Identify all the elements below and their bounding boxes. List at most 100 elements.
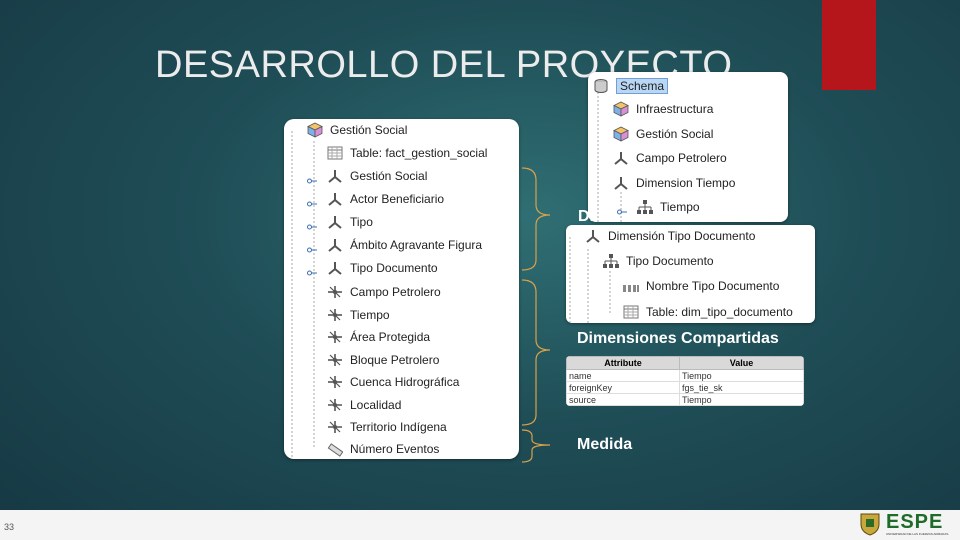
shared-usage-item[interactable]: Localidad <box>326 394 401 416</box>
schema-item[interactable]: Dimension Tiempo <box>612 172 735 194</box>
fact-table-label: Table: fact_gestion_social <box>350 146 488 160</box>
dimension-panel: Dimensión Tipo Documento Tipo Documento … <box>566 225 815 323</box>
dimension-icon <box>612 149 630 167</box>
database-icon <box>592 77 610 95</box>
braces <box>521 167 551 463</box>
dimension-icon <box>326 259 344 277</box>
shared-usage-item[interactable]: Cuenca Hidrográfica <box>326 371 459 393</box>
dimension-usage-item[interactable]: Ámbito Agravante Figura <box>307 234 483 256</box>
schema-item[interactable]: Tiempo <box>617 196 700 218</box>
shared-usage-item-label: Área Protegida <box>350 330 431 344</box>
level-icon <box>622 277 640 295</box>
attribute-table-panel: Attribute Value name Tiempo foreignKey fgs_… <box>566 356 804 406</box>
shared-usage-item-label: Localidad <box>350 397 402 412</box>
cube-root-label: Gestión Social <box>330 123 408 137</box>
shared-dimensions-label: Dimensiones Compartidas <box>577 330 779 347</box>
schema-item[interactable]: Infraestructura <box>612 98 713 120</box>
attribute-cell: source <box>566 393 680 406</box>
dimension-usage-item[interactable]: Gestión Social <box>307 165 428 187</box>
value-cell[interactable]: Tiempo <box>679 369 804 382</box>
level-item[interactable]: Nombre Tipo Documento <box>622 275 779 297</box>
table-icon <box>326 144 344 162</box>
shared-dimension-icon <box>326 351 344 369</box>
shared-usage-item[interactable]: Tiempo <box>326 304 390 326</box>
shared-usage-item-label: Cuenca Hidrográfica <box>350 375 460 389</box>
shared-dimension-icon <box>326 396 344 414</box>
shared-dimension-icon <box>326 306 344 324</box>
shared-usage-item-label: Territorio Indígena <box>350 420 447 434</box>
schema-root-label: Schema <box>616 78 669 94</box>
key-icon <box>307 173 317 184</box>
cube-icon <box>612 125 630 143</box>
cube-tree-panel: Gestión Social Table: fact_gestion_socia… <box>284 119 519 459</box>
dimension-usage-item[interactable]: Actor Beneficiario <box>307 188 445 210</box>
dimension-icon <box>326 213 344 231</box>
key-icon <box>307 219 317 230</box>
value-cell[interactable]: Tiempo <box>679 393 804 406</box>
dimension-usage-item-label: Gestión Social <box>350 169 428 183</box>
table-row[interactable]: foreignKey fgs_tie_sk <box>566 381 804 394</box>
hierarchy-icon <box>602 252 620 270</box>
schema-item-label: Gestión Social <box>636 126 714 141</box>
shared-usage-item[interactable]: Campo Petrolero <box>326 281 441 303</box>
schema-panel: Schema Infraestructura Gestión Social Camp… <box>588 72 788 222</box>
hierarchy-icon <box>636 198 654 216</box>
dimension-usage-item[interactable]: Tipo <box>307 211 373 233</box>
attribute-table-body: name Tiempo foreignKey fgs_tie_sk source Tiem… <box>566 369 804 406</box>
shield-icon <box>860 513 880 536</box>
schema-root[interactable]: Schema <box>592 75 669 97</box>
table-row[interactable]: name Tiempo <box>566 369 804 382</box>
ruler-icon <box>326 440 344 458</box>
dimension-root[interactable]: Dimensión Tipo Documento <box>584 225 755 247</box>
hierarchy-item[interactable]: Tipo Documento <box>602 250 714 272</box>
dimension-usage-item-label: Actor Beneficiario <box>350 192 445 206</box>
shared-usage-item-label: Bloque Petrolero <box>350 352 440 367</box>
schema-item-label: Campo Petrolero <box>636 151 727 165</box>
shared-usage-item-label: Tiempo <box>350 307 390 322</box>
table-row[interactable]: source Tiempo <box>566 393 804 406</box>
schema-item[interactable]: Campo Petrolero <box>612 147 727 169</box>
dimension-usage-item-label: Tipo <box>350 215 373 229</box>
espe-logo: ESPE UNIVERSIDAD DE LAS FUERZAS ARMADAS <box>858 512 948 536</box>
shared-usage-item[interactable]: Territorio Indígena <box>326 416 447 438</box>
dim-table-item[interactable]: Table: dim_tipo_documento <box>622 301 793 323</box>
shared-dimension-icon <box>326 328 344 346</box>
schema-item[interactable]: Gestión Social <box>612 123 713 145</box>
dimension-icon <box>584 227 602 245</box>
shared-usage-item[interactable]: Área Protegida <box>326 326 430 348</box>
dimension-icon <box>326 236 344 254</box>
dimension-usage-item-label: Ámbito Agravante Figura <box>350 238 483 252</box>
value-header: Value <box>679 356 804 370</box>
table-icon <box>622 303 640 321</box>
key-icon <box>307 196 317 207</box>
dimension-usage-item[interactable]: Tipo Documento <box>307 257 438 279</box>
fact-table-item[interactable]: Table: fact_gestion_social <box>326 142 487 164</box>
red-accent-bar <box>822 0 876 90</box>
logo-text: ESPE <box>886 511 944 533</box>
key-icon <box>617 204 627 215</box>
logo-caption: UNIVERSIDAD DE LAS FUERZAS ARMADAS <box>886 532 949 536</box>
schema-item-label: Dimension Tiempo <box>636 175 736 190</box>
level-label: Nombre Tipo Documento <box>646 279 780 293</box>
schema-item-label: Tiempo <box>660 200 700 214</box>
dim-table-label: Table: dim_tipo_documento <box>646 305 793 319</box>
value-cell[interactable]: fgs_tie_sk <box>679 381 804 394</box>
key-icon <box>307 265 317 276</box>
dimension-icon <box>612 174 630 192</box>
cube-root[interactable]: Gestión Social <box>306 119 407 141</box>
slide-footer <box>0 510 960 540</box>
cube-icon <box>306 121 324 139</box>
shared-usage-item[interactable]: Bloque Petrolero <box>326 349 439 371</box>
shared-dimension-icon <box>326 373 344 391</box>
measure-section-label: Medida <box>577 436 633 453</box>
shared-dimension-icon <box>326 418 344 436</box>
cube-icon <box>612 100 630 118</box>
dimension-root-label: Dimensión Tipo Documento <box>608 229 756 243</box>
attribute-cell: name <box>566 369 680 382</box>
hierarchy-label: Tipo Documento <box>626 254 714 268</box>
dimension-usage-item-label: Tipo Documento <box>350 261 438 275</box>
shared-dimension-icon <box>326 283 344 301</box>
measure-item[interactable]: Número Eventos <box>326 438 439 459</box>
dimensions-label: Di <box>578 208 594 225</box>
dimension-icon <box>326 190 344 208</box>
